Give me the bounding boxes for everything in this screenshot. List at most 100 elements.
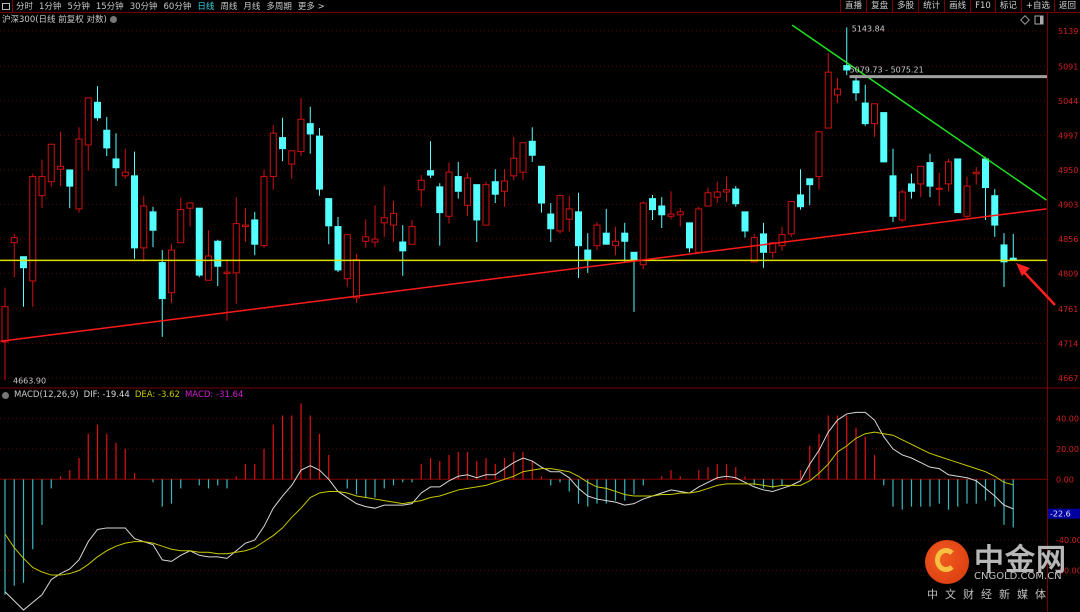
diamond-icon[interactable] (1020, 15, 1030, 25)
toolbar-button[interactable]: 标记 (994, 0, 1021, 12)
candle-up (29, 173, 37, 307)
candle-down (427, 141, 434, 179)
candle-body (861, 102, 869, 125)
candle-body (325, 198, 333, 227)
candle-body (371, 238, 379, 243)
candle-body (380, 217, 388, 224)
price-tick-label: 5044 (1058, 97, 1078, 106)
candle-body (427, 170, 434, 176)
candle-body (519, 142, 527, 173)
candle-down (908, 173, 915, 199)
period-tab[interactable]: 月线 (240, 0, 263, 12)
period-tab[interactable]: 多周期 (263, 0, 295, 12)
candle-body (704, 192, 712, 207)
candle-body (158, 262, 166, 300)
cngold-logo: 中金网 CNGOLD.COM.CN 中文财经新媒体 (922, 537, 1072, 607)
candle-down (214, 239, 222, 287)
candle-body (436, 186, 444, 214)
period-tab[interactable]: 更多 > (295, 0, 328, 12)
candle-down (473, 184, 481, 242)
candle-up (834, 78, 841, 104)
candle-body (621, 232, 629, 242)
candle-down (94, 86, 101, 121)
candle-up (612, 226, 619, 256)
candle-down (889, 148, 897, 223)
candle-up (168, 244, 175, 304)
period-tab[interactable]: 15分钟 (93, 0, 127, 12)
candle-body (741, 211, 749, 232)
candle-body (991, 195, 999, 226)
candle-body (251, 219, 259, 245)
candle-body (279, 137, 286, 150)
candle-up (510, 136, 518, 181)
candle-body (103, 129, 111, 149)
chart-canvas[interactable]: 5139 5091 5044 4997 4950 4903 4856 4809 4761 4714… (0, 0, 1080, 612)
period-tab[interactable]: 分时 (13, 0, 36, 12)
candle-up (464, 172, 471, 217)
candle-body (723, 189, 730, 193)
period-tab[interactable]: 30分钟 (127, 0, 161, 12)
toolbar-button[interactable]: +自选 (1020, 0, 1054, 12)
candle-down (528, 127, 536, 162)
candle-up (871, 103, 878, 137)
toolbar-button[interactable]: 返回 (1053, 0, 1080, 12)
candle-up (371, 205, 379, 248)
price-tick-label: 5139 (1058, 27, 1078, 36)
candle-body (417, 179, 425, 191)
candle-down (20, 256, 27, 307)
candle-up (121, 148, 129, 179)
candle-up (713, 181, 721, 204)
panel-toggle-icon[interactable] (1034, 15, 1044, 25)
toolbar-button[interactable]: 统计 (918, 0, 944, 12)
period-tab[interactable]: 周线 (217, 0, 240, 12)
candle-down (195, 207, 203, 278)
candle-body (889, 175, 897, 217)
candle-up (963, 176, 971, 218)
candle-body (20, 256, 27, 269)
candle-body (732, 188, 740, 205)
period-tabs: 分时 1分钟 5分钟 15分钟 30分钟 60分钟 日线 周线 月线 多周期 更多 > (13, 0, 328, 12)
sidebar-toggle-icon[interactable] (0, 0, 13, 12)
chevron-down-icon[interactable] (109, 15, 117, 23)
toolbar-button[interactable]: 直播 (840, 0, 866, 12)
candle-up (186, 202, 194, 227)
candle-body (750, 237, 758, 263)
candle-down (491, 169, 499, 204)
candle-body (29, 176, 37, 282)
candle-up (676, 208, 684, 227)
candle-body (390, 212, 397, 226)
candle-body (334, 226, 342, 271)
candle-up (593, 222, 601, 251)
period-tab[interactable]: 5分钟 (64, 0, 92, 12)
toolbar-button[interactable]: 画线 (944, 0, 970, 12)
candle-body (112, 158, 120, 169)
period-tab[interactable]: 日线 (194, 0, 217, 12)
settings-icon[interactable] (2, 391, 9, 399)
toolbar-button[interactable]: 复盘 (866, 0, 892, 12)
candle-body (778, 234, 786, 247)
candle-up (380, 186, 388, 237)
price-tick-label: 4997 (1058, 131, 1078, 140)
candle-body (242, 224, 249, 228)
candle-down (538, 165, 545, 213)
candle-up (47, 143, 55, 187)
candle-body (686, 222, 693, 249)
toolbar-button[interactable]: 多股 (892, 0, 918, 12)
candle-body (760, 233, 767, 253)
period-tab[interactable]: 1分钟 (36, 0, 64, 12)
grid-lines (0, 30, 1047, 571)
candle-body (288, 150, 296, 165)
candle-body (584, 249, 592, 261)
candle-down (316, 128, 323, 196)
candle-body (575, 211, 582, 247)
candle-up (972, 167, 980, 185)
candle-body (57, 165, 64, 170)
candle-body (898, 191, 906, 221)
toolbar-button[interactable]: F10 (970, 0, 995, 12)
price-tick-label: 4667 (1058, 374, 1078, 383)
period-tab[interactable]: 60分钟 (161, 0, 195, 12)
candle-body (232, 223, 240, 274)
candle-down (112, 133, 120, 187)
candle-body (630, 251, 638, 261)
range-annotation: 5079.73 - 5075.21 (850, 66, 924, 75)
